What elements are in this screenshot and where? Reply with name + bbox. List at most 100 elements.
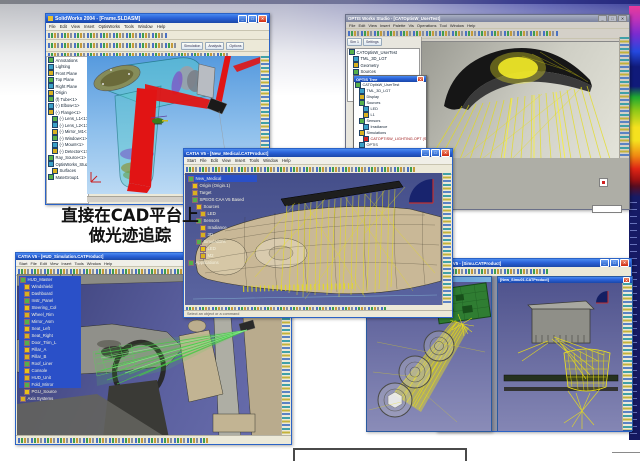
menu-item[interactable]: Tools — [249, 158, 259, 163]
menu-item[interactable]: Palette — [393, 23, 405, 28]
menu-item[interactable]: Window — [450, 23, 464, 28]
tree-item[interactable]: Console — [19, 367, 81, 374]
hud-tree[interactable]: HUD_MasterWindshieldDashboardInstr_Panel… — [19, 276, 81, 402]
tree-item[interactable]: HUD_Unit — [19, 374, 81, 381]
tree-item[interactable]: Wheel_Rim — [19, 311, 81, 318]
menu-item[interactable]: View — [71, 24, 80, 29]
panel-tab[interactable]: Settings — [363, 38, 382, 46]
tree-item[interactable]: MateGroup1 — [47, 174, 88, 181]
tree-item[interactable]: (-) Window<1> — [47, 135, 88, 142]
tree-item[interactable]: Seat_Left — [19, 325, 81, 332]
menu-item[interactable]: Tools — [74, 261, 83, 266]
optis-titlebar[interactable]: OPTIS Works Studio - [CATOptisW_UserTest… — [346, 15, 629, 22]
toolbar-icons[interactable] — [186, 167, 416, 172]
toolbar-icons[interactable] — [348, 31, 558, 36]
menu-item[interactable]: View — [368, 23, 377, 28]
menu-item[interactable]: Edit — [60, 24, 67, 29]
stop-indicator[interactable] — [599, 178, 608, 187]
optis-viewport[interactable] — [421, 41, 623, 160]
tree-item[interactable]: (-) Lens_L2<1> — [47, 122, 88, 129]
tree-item[interactable]: (-) Detector<1> — [47, 148, 88, 155]
tree-item[interactable]: (-) Mirror_M1<1> — [47, 129, 88, 136]
toolbar-icons[interactable] — [48, 43, 178, 48]
menu-item[interactable]: Insert — [61, 261, 71, 266]
toolbar-icons[interactable] — [48, 33, 168, 38]
menu-item[interactable]: Help — [157, 24, 166, 29]
menu-item[interactable]: Help — [104, 261, 112, 266]
tree-item[interactable]: (-) Mount<1> — [47, 142, 88, 149]
palette-tree[interactable]: CATOptisW_UserTestTML_3D_LGTDisplaySourc… — [354, 82, 426, 154]
menu-item[interactable]: Start — [187, 158, 196, 163]
menu-item[interactable]: View — [50, 261, 59, 266]
menu-item[interactable]: Window — [138, 24, 153, 29]
tree-item[interactable]: HUD_Master — [19, 276, 81, 283]
tree-item[interactable]: Target — [187, 189, 257, 196]
tree-item[interactable]: OptisWorks_Study — [47, 161, 88, 168]
menu-item[interactable]: Operations — [417, 23, 437, 28]
child-right-toolbar[interactable] — [622, 283, 632, 430]
maximize-icon[interactable]: □ — [431, 149, 440, 157]
menu-item[interactable]: Tools — [124, 24, 134, 29]
tree-item[interactable]: Instr_Panel — [19, 297, 81, 304]
solidworks-toolbar-1[interactable] — [46, 31, 269, 40]
menu-item[interactable]: Insert — [84, 24, 94, 29]
minimize-icon[interactable]: _ — [600, 259, 609, 267]
toolbar-icons[interactable] — [18, 438, 208, 443]
compass-icon[interactable] — [409, 179, 433, 203]
menu-item[interactable]: Tool — [440, 23, 447, 28]
viewport-scrollbar[interactable] — [619, 37, 629, 158]
tree-item[interactable]: Dashboard — [19, 290, 81, 297]
catia-main-viewport[interactable]: New_MedicalOrigin (Origin.1)TargetSPEOS … — [185, 173, 443, 305]
tree-item[interactable]: Sensors — [187, 217, 257, 224]
solidworks-feature-tree[interactable]: AnnotationsLightingFront PlaneTop PlaneR… — [46, 56, 89, 204]
close-icon[interactable]: ✕ — [618, 15, 627, 22]
solidworks-toolbar-2[interactable]: SimulationAnalysisOptions — [46, 40, 269, 52]
menu-item[interactable]: Window — [87, 261, 101, 266]
tree-item[interactable]: Sources — [187, 203, 257, 210]
tree-item[interactable]: Ray_Source<1> — [47, 155, 88, 162]
menu-item[interactable]: Help — [467, 23, 475, 28]
compass-icon[interactable] — [596, 291, 608, 303]
menu-item[interactable]: File — [30, 261, 36, 266]
maximize-icon[interactable]: □ — [608, 15, 617, 22]
tree-item[interactable]: Origin (Origin.1) — [187, 182, 257, 189]
tree-item[interactable]: Axis Systems — [19, 395, 81, 402]
optis-floating-palette[interactable]: OPTIS Tree ✕ CATOptisW_UserTestTML_3D_LG… — [353, 75, 427, 157]
tree-item[interactable]: LED — [187, 210, 257, 217]
tree-item[interactable]: Irradiance — [187, 224, 257, 231]
menu-item[interactable]: Start — [19, 261, 27, 266]
sim-titlebar[interactable]: CATIA V5 - [Simu.CATProduct] _ □ ✕ — [437, 259, 631, 267]
close-icon[interactable]: ✕ — [620, 259, 629, 267]
tree-item[interactable]: PGU_Source — [19, 388, 81, 395]
menu-item[interactable]: Vis — [408, 23, 413, 28]
tree-item[interactable]: LED — [187, 245, 257, 252]
menu-item[interactable]: View — [222, 158, 231, 163]
menu-item[interactable]: Edit — [40, 261, 47, 266]
menu-item[interactable]: Edit — [211, 158, 218, 163]
menu-item[interactable]: File — [49, 24, 56, 29]
menu-item[interactable]: Window — [263, 158, 278, 163]
value-input[interactable] — [592, 205, 622, 213]
close-icon[interactable]: ✕ — [417, 76, 424, 82]
sim-child-viewport[interactable] — [498, 283, 623, 431]
tree-item[interactable]: Pillar_B — [19, 353, 81, 360]
tree-item[interactable]: Fold_Mirror — [19, 381, 81, 388]
solidworks-titlebar[interactable]: SolidWorks 2004 - [Frame.SLDASM] _ □ ✕ — [46, 14, 269, 23]
minimize-icon[interactable]: _ — [238, 15, 247, 23]
tree-item[interactable]: SPEOS CAA V5 Based — [187, 196, 257, 203]
tree-item[interactable]: Simulations — [187, 238, 257, 245]
menu-item[interactable]: File — [349, 23, 355, 28]
toolbar-button[interactable]: Simulation — [181, 42, 203, 50]
menu-item[interactable]: OptisWorks — [98, 24, 120, 29]
catia-main-titlebar[interactable]: CATIA V5 - [New_Medical.CATProduct] _ □ … — [184, 149, 452, 157]
tree-item[interactable]: Mirror_Asm — [19, 318, 81, 325]
maximize-icon[interactable]: □ — [248, 15, 257, 23]
tree-item[interactable]: Seat_Right — [19, 332, 81, 339]
menu-item[interactable]: Insert — [380, 23, 390, 28]
menu-item[interactable]: Insert — [235, 158, 245, 163]
tree-item[interactable]: Door_Trim_L — [19, 339, 81, 346]
tree-item[interactable]: (-) Lens_L1<1> — [47, 116, 88, 123]
minimize-icon[interactable]: _ — [421, 149, 430, 157]
menu-item[interactable]: Help — [282, 158, 291, 163]
menu-item[interactable]: Edit — [358, 23, 365, 28]
